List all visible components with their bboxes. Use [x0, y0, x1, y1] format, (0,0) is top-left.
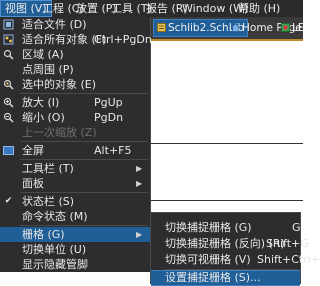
- menu-item-selected-objects[interactable]: 选中的对象 (E): [0, 77, 150, 92]
- menu-separator: [20, 93, 148, 94]
- tab-label: LED.Pc: [292, 22, 303, 34]
- menu-item-fit-document[interactable]: 适合文件 (D): [0, 17, 150, 32]
- menu-item-toolbars[interactable]: 工具栏 (T) ▶: [0, 161, 150, 176]
- zoom-area-icon: [3, 49, 14, 60]
- menu-separator: [20, 141, 148, 142]
- document-tab-bar: Schlib2.SchLib Home Page LED.Pc: [150, 17, 303, 41]
- menu-item-zoom-area[interactable]: 区域 (A): [0, 47, 150, 62]
- menu-item-label: 面板: [22, 177, 44, 190]
- menu-item-label: 缩小 (O): [22, 111, 65, 124]
- submenu-item-label: 切换可视栅格 (V): [165, 253, 251, 266]
- zoom-in-icon: [3, 97, 14, 108]
- menu-item-command-status[interactable]: 命令状态 (M): [0, 209, 150, 224]
- menu-item-around-point[interactable]: 点周围 (P): [0, 62, 150, 77]
- fit-document-icon: [3, 19, 14, 30]
- view-menu-dropdown: 适合文件 (D) 适合所有对象 (F) Ctrl+PgDn 区域 (A) 点周围…: [0, 17, 152, 272]
- fullscreen-icon: [3, 146, 14, 155]
- menu-item-label: 显示隐藏管脚: [22, 258, 88, 271]
- canvas-axis-line: [150, 143, 303, 144]
- menu-item-label: 上一次缩放 (Z): [22, 126, 97, 139]
- menu-item-fit-all-objects[interactable]: 适合所有对象 (F) Ctrl+PgDn: [0, 32, 152, 47]
- menu-item-panels[interactable]: 面板 ▶: [0, 176, 150, 191]
- menu-separator: [20, 192, 148, 193]
- menu-separator: [20, 159, 148, 160]
- menu-item-label: 栅格 (G): [22, 228, 65, 241]
- canvas-grid-line: [150, 200, 303, 201]
- zoom-out-icon: [3, 112, 14, 123]
- menu-item-shortcut: PgUp: [94, 96, 123, 109]
- submenu-item-toggle-visible-grid[interactable]: 切换可视栅格 (V) Shift+Ctrl+G: [151, 252, 320, 268]
- pcb-doc-icon: [281, 23, 290, 32]
- menu-separator: [20, 225, 148, 226]
- submenu-item-label: 切换捕捉栅格 (G): [165, 221, 252, 234]
- menu-item-label: 全屏: [22, 144, 44, 157]
- menu-item-zoom-in[interactable]: 放大 (I) PgUp: [0, 95, 150, 110]
- schlib-doc-icon: [157, 23, 166, 32]
- submenu-item-shortcut: Shift+Ctrl+G: [257, 253, 320, 266]
- selected-objects-icon: [3, 79, 14, 90]
- home-icon: [231, 23, 240, 32]
- menu-item-label: 状态栏 (S): [22, 195, 75, 208]
- menu-item-label: 适合文件 (D): [22, 18, 87, 31]
- menu-item-status-bar[interactable]: ✔ 状态栏 (S): [0, 194, 150, 209]
- menu-item-previous-zoom: 上一次缩放 (Z): [0, 125, 150, 140]
- menu-item-label: 点周围 (P): [22, 63, 74, 76]
- submenu-arrow-icon: ▶: [136, 179, 143, 188]
- menu-item-zoom-out[interactable]: 缩小 (O) PgDn: [0, 110, 150, 125]
- submenu-item-label: 设置捕捉栅格 (S)...: [165, 271, 261, 284]
- submenu-item-toggle-snap-grid-reverse[interactable]: 切换捕捉栅格 (反向) (R) Shift+G: [151, 236, 309, 252]
- submenu-item-shortcut: G: [292, 221, 301, 234]
- menu-bar: 视图 (V) 工程 (C) 放置 (P) 工具 (T) 报告 (R) Windo…: [0, 0, 303, 18]
- menu-item-fullscreen[interactable]: 全屏 Alt+F5: [0, 143, 150, 158]
- fit-all-objects-icon: [3, 34, 14, 45]
- menu-help[interactable]: 帮助 (H): [234, 0, 284, 17]
- submenu-arrow-icon: ▶: [136, 230, 143, 239]
- submenu-arrow-icon: ▶: [136, 164, 143, 173]
- grid-submenu: 切换捕捉栅格 (G) G 切换捕捉栅格 (反向) (R) Shift+G 切换可…: [150, 212, 320, 286]
- menu-item-show-hidden-pins[interactable]: 显示隐藏管脚: [0, 257, 150, 272]
- menu-item-grid[interactable]: 栅格 (G) ▶: [0, 227, 150, 242]
- menu-item-label: 放大 (I): [22, 96, 60, 109]
- menu-item-shortcut: Ctrl+PgDn: [94, 33, 152, 46]
- menu-item-label: 命令状态 (M): [22, 210, 88, 223]
- menu-item-label: 工具栏 (T): [22, 162, 74, 175]
- menu-item-label: 选中的对象 (E): [22, 78, 97, 91]
- menu-item-shortcut: Alt+F5: [94, 144, 132, 157]
- tab-led-pcb[interactable]: LED.Pc: [278, 20, 303, 36]
- menu-item-shortcut: PgDn: [94, 111, 124, 124]
- submenu-item-toggle-snap-grid[interactable]: 切换捕捉栅格 (G) G: [151, 220, 301, 236]
- menu-item-label: 区域 (A): [22, 48, 64, 61]
- menu-item-label: 切换单位 (U): [22, 243, 87, 256]
- submenu-item-shortcut: Shift+G: [266, 237, 309, 250]
- menu-item-toggle-units[interactable]: 切换单位 (U): [0, 242, 150, 257]
- checkmark-icon: ✔: [4, 196, 13, 206]
